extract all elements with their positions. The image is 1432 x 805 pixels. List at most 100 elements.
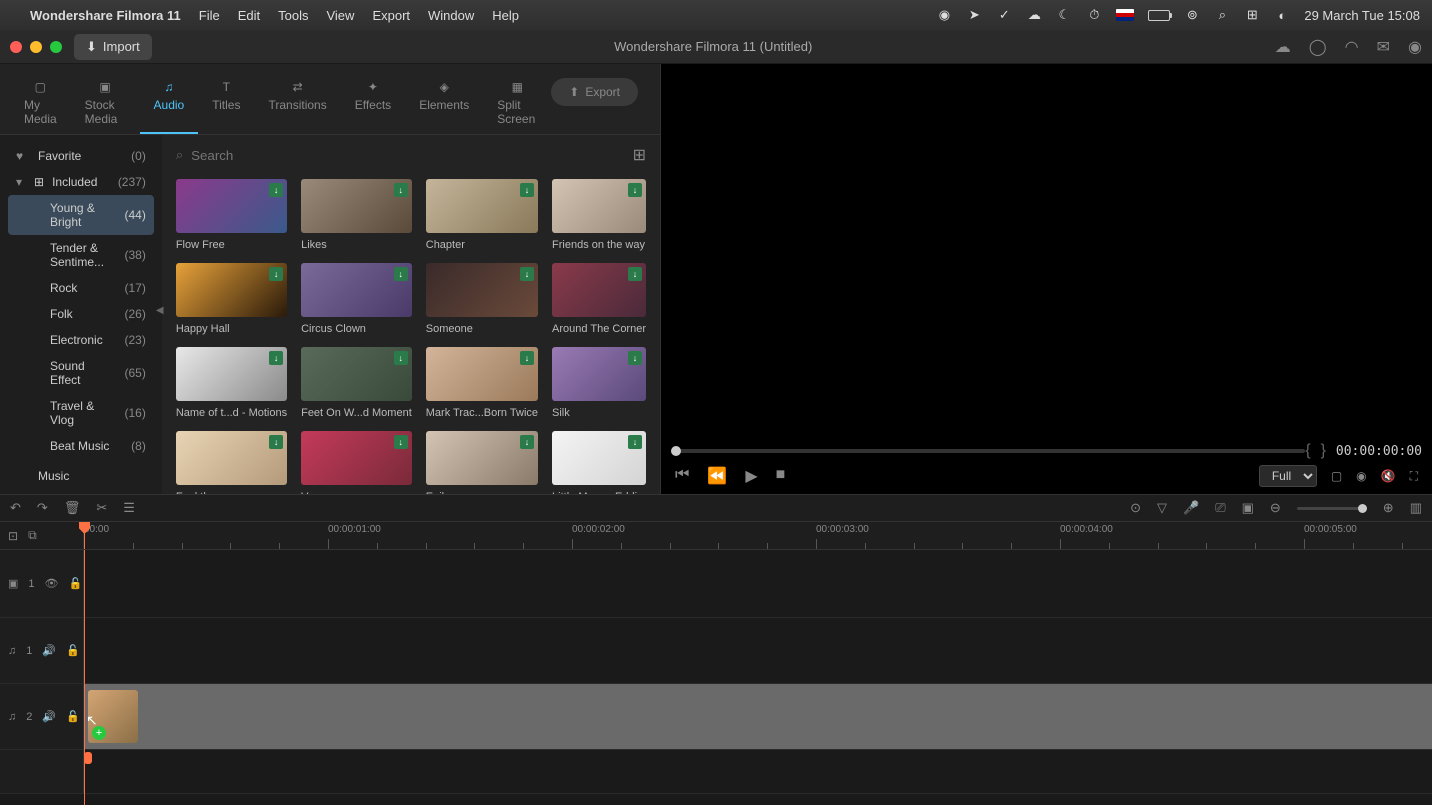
audio-thumbnail[interactable]: ↓Mark Trac...Born Twice: [426, 347, 538, 419]
tab-titles[interactable]: T Titles: [198, 72, 254, 134]
sidebar-included[interactable]: ▾ ⊞ Included (237): [8, 169, 154, 195]
minimize-window-button[interactable]: [30, 41, 42, 53]
menu-app[interactable]: Wondershare Filmora 11: [30, 8, 181, 23]
download-icon[interactable]: ↓: [269, 435, 283, 449]
mixer-button[interactable]: ⎚: [1215, 500, 1225, 516]
search-icon[interactable]: ⌕: [1214, 7, 1230, 23]
sidebar-category[interactable]: Electronic(23): [8, 327, 154, 353]
audio-thumbnail[interactable]: ↓Epilogue: [426, 431, 538, 494]
tab-transitions[interactable]: ⇄ Transitions: [254, 72, 340, 134]
menu-view[interactable]: View: [326, 8, 354, 23]
zoom-slider[interactable]: [1297, 507, 1367, 510]
search-field[interactable]: [191, 148, 622, 163]
sidebar-category[interactable]: Travel & Vlog(16): [8, 393, 154, 433]
audio-thumbnail[interactable]: ↓⊞Likes: [301, 179, 412, 251]
menu-export[interactable]: Export: [372, 8, 410, 23]
preview-scrubber[interactable]: { } 00:00:00:00: [661, 444, 1432, 458]
audio-thumbnail[interactable]: ↓Happy Hall: [176, 263, 287, 335]
mail-icon[interactable]: ✉: [1377, 37, 1390, 57]
empty-track-area[interactable]: [0, 750, 1432, 794]
download-icon[interactable]: ↓: [628, 435, 642, 449]
record-button[interactable]: ⊙: [1130, 500, 1141, 516]
mute-icon[interactable]: 🔊: [42, 710, 56, 723]
download-icon[interactable]: ↓: [394, 183, 408, 197]
download-icon[interactable]: ↓: [520, 267, 534, 281]
download-icon[interactable]: ↓: [520, 435, 534, 449]
magnet-icon[interactable]: ⧉: [28, 528, 37, 543]
mute-icon[interactable]: 🔊: [42, 644, 56, 657]
tab-effects[interactable]: ✦ Effects: [341, 72, 405, 134]
tab-my-media[interactable]: ▢ My Media: [10, 72, 71, 134]
drop-target[interactable]: ↖ +: [84, 684, 1432, 749]
download-icon[interactable]: ↓: [628, 267, 642, 281]
menu-tools[interactable]: Tools: [278, 8, 308, 23]
sidebar-music[interactable]: Music: [8, 463, 154, 489]
audio-thumbnail[interactable]: ↓Around The Corner: [552, 263, 646, 335]
sidebar-category[interactable]: Rock(17): [8, 275, 154, 301]
globe-icon[interactable]: ◉: [936, 7, 952, 23]
audio-thumbnail[interactable]: ↓Chapter: [426, 179, 538, 251]
menu-file[interactable]: File: [199, 8, 220, 23]
lock-icon[interactable]: 🔓: [66, 644, 80, 657]
stop-button[interactable]: ■: [776, 466, 786, 486]
audio-thumbnail[interactable]: ↓Little Maps - Eddie: [552, 431, 646, 494]
import-button[interactable]: ⬇ Import: [74, 34, 152, 60]
tab-stock-media[interactable]: ▣ Stock Media: [71, 72, 140, 134]
download-icon[interactable]: ↓: [520, 183, 534, 197]
audio-thumbnail[interactable]: ↓Friends on the way: [552, 179, 646, 251]
redo-button[interactable]: ↷: [37, 500, 48, 516]
menubar-datetime[interactable]: 29 March Tue 15:08: [1304, 8, 1420, 23]
menu-edit[interactable]: Edit: [238, 8, 260, 23]
account-icon[interactable]: ◯: [1309, 37, 1327, 57]
download-icon[interactable]: ↓: [520, 351, 534, 365]
check-icon[interactable]: ✓: [996, 7, 1012, 23]
cloud-sync-icon[interactable]: ☁: [1275, 37, 1291, 57]
sidebar-category[interactable]: Young & Bright(44): [8, 195, 154, 235]
menu-help[interactable]: Help: [492, 8, 519, 23]
sidebar-category[interactable]: Sound Effect(65): [8, 353, 154, 393]
delete-button[interactable]: 🗑: [64, 500, 81, 516]
sidebar-category[interactable]: Tender & Sentime...(38): [8, 235, 154, 275]
fit-button[interactable]: ▥: [1410, 500, 1422, 516]
clock-icon[interactable]: ⏱: [1086, 7, 1102, 23]
quality-select[interactable]: Full: [1259, 465, 1317, 487]
cut-button[interactable]: ✂: [96, 500, 107, 516]
audio-thumbnail[interactable]: ↓Flow Free: [176, 179, 287, 251]
headphones-icon[interactable]: ◠: [1345, 37, 1359, 57]
download-icon[interactable]: ↓: [628, 351, 642, 365]
time-ruler[interactable]: ⊡ ⧉ 00:0000:00:01:0000:00:02:0000:00:03:…: [0, 522, 1432, 550]
zoom-out-button[interactable]: ⊖: [1270, 500, 1281, 516]
tab-split-screen[interactable]: ▦ Split Screen: [483, 72, 551, 134]
flag-icon[interactable]: [1116, 9, 1134, 21]
zoom-in-button[interactable]: ⊕: [1383, 500, 1394, 516]
download-icon[interactable]: ↓: [269, 183, 283, 197]
audio-thumbnail[interactable]: ↓Verve: [301, 431, 412, 494]
sidebar-favorite[interactable]: ♥ Favorite (0): [8, 143, 154, 169]
maximize-window-button[interactable]: [50, 41, 62, 53]
cloud-icon[interactable]: ☁: [1026, 7, 1042, 23]
tab-elements[interactable]: ◈ Elements: [405, 72, 483, 134]
lock-icon[interactable]: 🔓: [69, 577, 83, 590]
tab-audio[interactable]: ♫ Audio: [140, 72, 199, 134]
lock-icon[interactable]: 🔓: [66, 710, 80, 723]
sidebar-category[interactable]: Folk(26): [8, 301, 154, 327]
display-icon[interactable]: ▢: [1331, 469, 1342, 483]
audio-thumbnail[interactable]: ↓Feel the summer: [176, 431, 287, 494]
audio-thumbnail[interactable]: ↓Silk: [552, 347, 646, 419]
audio-track-2[interactable]: ♫ 2 🔊 🔓 ↖ +: [0, 684, 1432, 750]
visibility-icon[interactable]: 👁: [45, 577, 59, 590]
download-icon[interactable]: ↓: [269, 267, 283, 281]
search-input[interactable]: ⌕: [176, 147, 623, 163]
preview-viewport[interactable]: [661, 64, 1432, 444]
sidebar-category[interactable]: Beat Music(8): [8, 433, 154, 459]
play-button[interactable]: ▶: [745, 466, 757, 486]
notification-icon[interactable]: ◉: [1408, 37, 1422, 57]
snapshot-icon[interactable]: ◉: [1356, 469, 1366, 483]
audio-track-1[interactable]: ♫ 1 🔊 🔓: [0, 618, 1432, 684]
battery-icon[interactable]: [1148, 10, 1170, 21]
undo-button[interactable]: ↶: [10, 500, 21, 516]
step-back-button[interactable]: ⏪: [707, 466, 727, 486]
prev-frame-button[interactable]: ⏮: [675, 466, 689, 486]
siri-icon[interactable]: ◐: [1274, 7, 1290, 23]
download-icon[interactable]: ↓: [269, 351, 283, 365]
